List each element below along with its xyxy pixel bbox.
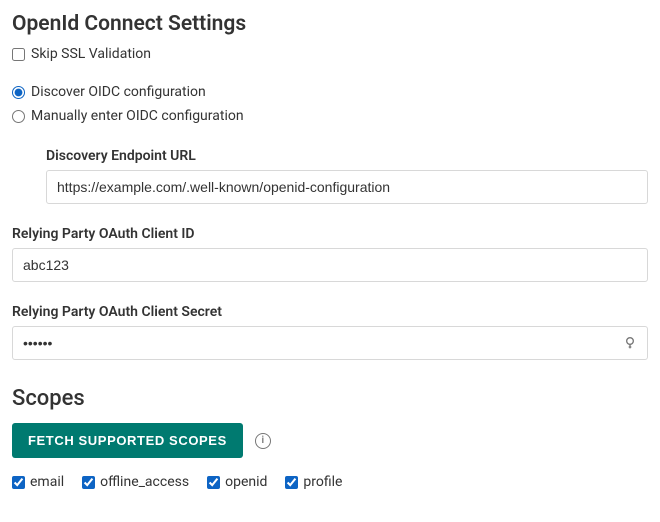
discovery-url-input[interactable] xyxy=(46,170,648,204)
skip-ssl-label[interactable]: Skip SSL Validation xyxy=(31,46,151,62)
page-title: OpenId Connect Settings xyxy=(12,12,648,36)
client-secret-input[interactable] xyxy=(12,326,648,360)
scope-label: email xyxy=(30,474,64,490)
scopes-heading: Scopes xyxy=(12,386,648,411)
skip-ssl-checkbox[interactable] xyxy=(12,48,25,61)
client-secret-label: Relying Party OAuth Client Secret xyxy=(12,304,648,320)
discover-oidc-radio[interactable] xyxy=(12,86,25,99)
info-icon[interactable]: i xyxy=(255,433,271,449)
scope-item-openid[interactable]: openid xyxy=(207,474,267,490)
client-id-label: Relying Party OAuth Client ID xyxy=(12,226,648,242)
scope-item-profile[interactable]: profile xyxy=(285,474,342,490)
credential-icon xyxy=(622,335,638,351)
scope-item-email[interactable]: email xyxy=(12,474,64,490)
scope-checkbox-email[interactable] xyxy=(12,476,25,489)
scope-label: offline_access xyxy=(100,474,189,490)
scope-label: profile xyxy=(303,474,342,490)
scope-item-offline_access[interactable]: offline_access xyxy=(82,474,189,490)
discover-oidc-label[interactable]: Discover OIDC configuration xyxy=(31,84,206,100)
manual-oidc-radio[interactable] xyxy=(12,110,25,123)
discovery-url-label: Discovery Endpoint URL xyxy=(46,148,648,164)
scope-checkbox-offline_access[interactable] xyxy=(82,476,95,489)
scope-label: openid xyxy=(225,474,267,490)
scope-checkbox-profile[interactable] xyxy=(285,476,298,489)
fetch-scopes-button[interactable]: FETCH SUPPORTED SCOPES xyxy=(12,423,243,458)
scopes-list: email offline_access openid profile xyxy=(12,474,648,490)
scope-checkbox-openid[interactable] xyxy=(207,476,220,489)
manual-oidc-label[interactable]: Manually enter OIDC configuration xyxy=(31,108,244,124)
client-id-input[interactable] xyxy=(12,248,648,282)
